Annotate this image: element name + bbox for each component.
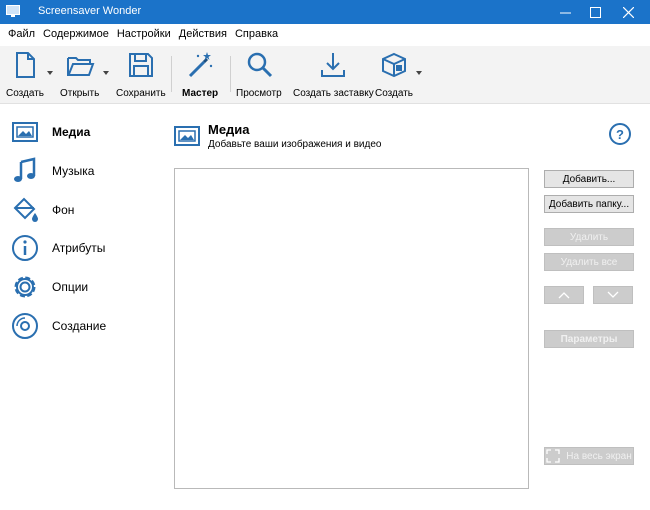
move-down-button[interactable] [593,286,633,304]
chevron-up-icon [558,292,570,299]
sidebar-item-label: Опции [52,280,89,294]
remove-all-button[interactable]: Удалить все [544,253,634,271]
magic-wand-icon [189,52,213,78]
title-bar: Screensaver Wonder [0,0,650,24]
preview-button[interactable]: Просмотр [236,50,282,102]
maximize-button[interactable] [578,0,612,24]
info-icon [12,235,38,261]
sidebar-item-options[interactable]: Опции [10,271,155,303]
sidebar-item-music[interactable]: Музыка [10,155,155,187]
media-list[interactable] [174,168,529,489]
open-dropdown-icon[interactable] [102,70,110,76]
help-button[interactable]: ? [609,123,631,145]
create-screensaver-button[interactable]: Создать заставку [293,50,374,102]
new-label: Создать [6,88,45,99]
image-icon [12,122,38,142]
music-note-icon [14,157,36,182]
save-disk-icon [128,53,153,77]
menu-help[interactable]: Справка [231,26,282,44]
close-icon [622,6,634,18]
sidebar-item-label: Музыка [52,164,95,178]
wizard-label: Мастер [182,88,219,99]
close-button[interactable] [611,0,645,24]
image-icon [174,126,200,146]
window-title: Screensaver Wonder [38,5,142,17]
toolbar: Создать Открыть Сохранить Мастер Просмот… [0,46,650,104]
move-up-button[interactable] [544,286,584,304]
minimize-button[interactable] [548,0,582,24]
minimize-icon [559,12,571,13]
toolbar-separator [230,56,231,92]
preview-label: Просмотр [236,88,282,99]
open-button[interactable]: Открыть [60,50,99,102]
magnifier-icon [247,52,272,78]
fullscreen-button[interactable]: На весь экран [544,447,634,465]
remove-button[interactable]: Удалить [544,228,634,246]
sidebar-item-media[interactable]: Медиа [10,116,155,148]
menu-file[interactable]: Файл [4,26,39,44]
build-button[interactable]: Создать [375,50,413,102]
menu-settings[interactable]: Настройки [113,26,175,44]
sidebar-item-attributes[interactable]: Атрибуты [10,232,155,264]
save-label: Сохранить [116,88,166,99]
menu-actions[interactable]: Действия [175,26,231,44]
toolbar-separator [171,56,172,92]
fullscreen-icon [546,449,560,463]
app-monitor-icon [6,5,20,17]
open-label: Открыть [60,88,100,99]
download-icon [321,53,346,77]
sidebar-item-label: Фон [52,203,75,217]
page-title: Медиа [208,122,250,137]
package-box-icon [382,52,406,78]
new-dropdown-icon[interactable] [46,70,54,76]
sidebar-item-label: Атрибуты [52,241,106,255]
sidebar-item-build[interactable]: Создание [10,310,155,342]
page-subtitle: Добавьте ваши изображения и видео [208,139,382,150]
parameters-button[interactable]: Параметры [544,330,634,348]
content-header: Медиа Добавьте ваши изображения и видео [174,122,634,156]
sidebar-item-label: Медиа [52,125,91,139]
fullscreen-label: На весь экран [566,450,632,462]
menu-content[interactable]: Содержимое [39,26,113,44]
maximize-icon [589,6,601,18]
build-dropdown-icon[interactable] [415,70,423,76]
build-label: Создать [375,88,414,99]
menu-bar: Файл Содержимое Настройки Действия Справ… [0,26,650,44]
sidebar-item-background[interactable]: Фон [10,194,155,226]
add-button[interactable]: Добавить... [544,170,634,188]
gear-icon [14,276,36,298]
wizard-button[interactable]: Мастер [182,50,218,102]
save-button[interactable]: Сохранить [116,50,166,102]
folder-open-icon [66,57,95,76]
add-folder-button[interactable]: Добавить папку... [544,195,634,213]
create-screensaver-label: Создать заставку [293,88,374,99]
sidebar-item-label: Создание [52,319,107,333]
new-button[interactable]: Создать [6,50,44,102]
disc-icon [12,313,38,339]
chevron-down-icon [607,291,619,298]
paint-bucket-icon [13,197,38,222]
new-file-icon [16,52,35,78]
